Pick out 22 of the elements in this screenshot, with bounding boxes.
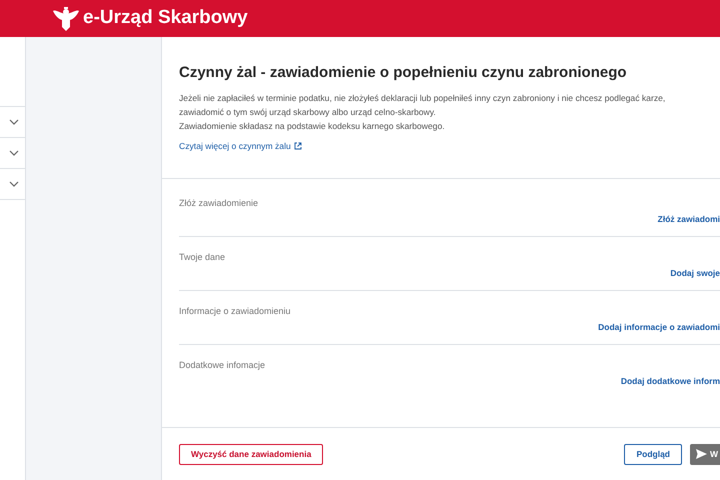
section-label: Informacje o zawiadomieniu: [179, 305, 292, 318]
section-action-link[interactable]: Złóż zawiadomi: [658, 212, 720, 226]
site-title[interactable]: e-Urząd Skarbowy: [83, 4, 248, 33]
description-text: Zawiadomienie składasz na podstawie kodeksu karnego skarbowego.: [179, 120, 446, 132]
description-text: zawiadomić o tym swój urząd skarbowy albo urząd celno-skarbowy.: [179, 106, 437, 118]
section-action-link[interactable]: Dodaj swoje: [670, 266, 720, 280]
chevron-down-icon: [9, 150, 19, 156]
eagle-emblem-icon: [52, 4, 80, 32]
section-label: Dodatkowe infomacje: [179, 359, 266, 372]
section-action-link[interactable]: Dodaj informacje o zawiadomi: [598, 320, 720, 334]
description-text: Jeżeli nie zapłaciłeś w terminie podatku, nie złożyłeś deklaracji lub popełniłeś inny czyn zabroniony i nie chcesz podlegać karze,: [179, 92, 666, 104]
clear-button[interactable]: Wyczyść dane zawiadomienia: [179, 444, 324, 464]
section-label: Twoje dane: [179, 251, 226, 264]
preview-button[interactable]: Podgląd: [624, 444, 682, 464]
external-link-icon: [294, 142, 302, 150]
section-label: Złóż zawiadomienie: [179, 197, 260, 210]
section-action-link[interactable]: Dodaj dodatkowe inform: [620, 374, 720, 388]
read-more-link[interactable]: Czytaj więcej o czynnym żalu: [179, 138, 302, 152]
chevron-down-icon: [9, 181, 19, 187]
page-title: Czynny żal - zawiadomienie o popełnieniu czynu zabronionego: [179, 63, 628, 83]
send-icon: [696, 449, 707, 459]
chevron-down-icon: [9, 119, 19, 125]
